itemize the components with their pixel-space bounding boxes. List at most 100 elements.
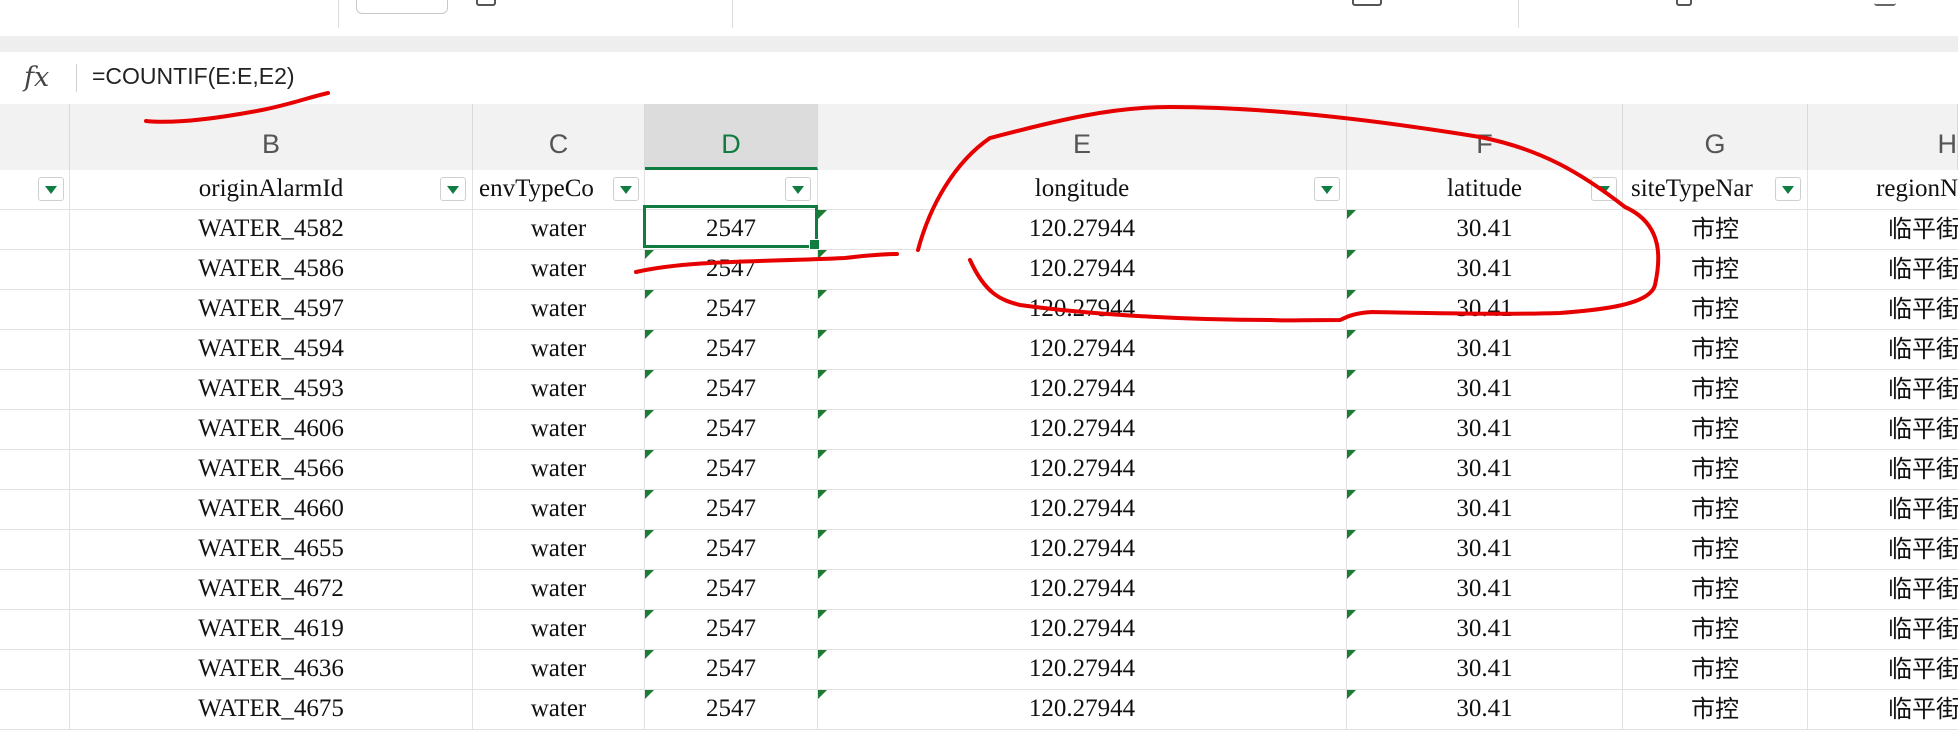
table-cell[interactable] (0, 450, 70, 489)
table-cell[interactable]: 30.41 (1347, 610, 1623, 649)
filter-dropdown-icon[interactable] (785, 177, 811, 201)
toolbar-icon[interactable] (1352, 0, 1382, 6)
table-cell[interactable]: water (473, 410, 645, 449)
table-cell[interactable]: 市控 (1623, 690, 1808, 729)
filter-dropdown-icon[interactable] (1314, 177, 1340, 201)
table-cell[interactable]: water (473, 290, 645, 329)
table-cell[interactable]: 30.41 (1347, 290, 1623, 329)
table-cell[interactable]: 30.41 (1347, 410, 1623, 449)
table-cell[interactable]: 临平街 (1808, 450, 1958, 489)
table-cell[interactable]: water (473, 650, 645, 689)
table-cell[interactable]: WATER_4597 (70, 290, 473, 329)
table-cell[interactable]: 30.41 (1347, 210, 1623, 249)
table-cell[interactable]: 市控 (1623, 650, 1808, 689)
table-cell[interactable] (0, 330, 70, 369)
table-cell[interactable]: 120.27944 (818, 530, 1347, 569)
table-cell[interactable]: WATER_4636 (70, 650, 473, 689)
table-cell[interactable]: 2547 (645, 210, 818, 249)
table-cell[interactable]: 120.27944 (818, 650, 1347, 689)
table-cell[interactable]: 市控 (1623, 410, 1808, 449)
table-cell[interactable]: 2547 (645, 490, 818, 529)
function-icon[interactable]: fx (24, 62, 49, 93)
table-cell[interactable]: 120.27944 (818, 210, 1347, 249)
formula-input[interactable] (92, 61, 1792, 91)
table-header-cell[interactable] (645, 170, 818, 209)
table-cell[interactable]: WATER_4582 (70, 210, 473, 249)
table-cell[interactable]: 2547 (645, 650, 818, 689)
table-cell[interactable]: WATER_4672 (70, 570, 473, 609)
table-cell[interactable]: WATER_4593 (70, 370, 473, 409)
table-cell[interactable]: 市控 (1623, 530, 1808, 569)
table-cell[interactable]: 2547 (645, 330, 818, 369)
table-cell[interactable]: WATER_4655 (70, 530, 473, 569)
table-header-cell[interactable]: envTypeCo (473, 170, 645, 209)
table-cell[interactable]: water (473, 250, 645, 289)
column-header-e[interactable]: E (818, 104, 1347, 170)
table-cell[interactable] (0, 250, 70, 289)
table-cell[interactable]: 30.41 (1347, 650, 1623, 689)
table-cell[interactable]: 30.41 (1347, 570, 1623, 609)
table-cell[interactable]: water (473, 370, 645, 409)
table-cell[interactable]: 2547 (645, 250, 818, 289)
table-cell[interactable]: 临平街 (1808, 490, 1958, 529)
table-cell[interactable]: 120.27944 (818, 490, 1347, 529)
table-cell[interactable]: 临平街 (1808, 610, 1958, 649)
toolbar-icon[interactable] (1676, 0, 1692, 6)
table-cell[interactable]: 临平街 (1808, 210, 1958, 249)
toolbar-icon[interactable] (476, 0, 496, 6)
table-cell[interactable]: 临平街 (1808, 370, 1958, 409)
table-cell[interactable]: 市控 (1623, 450, 1808, 489)
toolbar-dropdown[interactable] (356, 0, 448, 14)
table-cell[interactable]: water (473, 570, 645, 609)
table-cell[interactable]: 2547 (645, 690, 818, 729)
table-cell[interactable]: 2547 (645, 530, 818, 569)
table-cell[interactable]: 2547 (645, 570, 818, 609)
table-cell[interactable]: WATER_4675 (70, 690, 473, 729)
table-cell[interactable]: water (473, 690, 645, 729)
table-cell[interactable] (0, 650, 70, 689)
column-header-h[interactable]: H (1808, 104, 1958, 170)
table-cell[interactable]: 市控 (1623, 210, 1808, 249)
table-cell[interactable] (0, 570, 70, 609)
column-header-g[interactable]: G (1623, 104, 1808, 170)
table-cell[interactable]: 临平街 (1808, 410, 1958, 449)
table-cell[interactable] (0, 290, 70, 329)
table-cell[interactable]: 市控 (1623, 490, 1808, 529)
table-cell[interactable]: 2547 (645, 370, 818, 409)
filter-dropdown-icon[interactable] (613, 177, 639, 201)
table-cell[interactable]: 市控 (1623, 290, 1808, 329)
table-cell[interactable]: WATER_4594 (70, 330, 473, 369)
table-cell[interactable]: 临平街 (1808, 330, 1958, 369)
table-cell[interactable]: WATER_4619 (70, 610, 473, 649)
table-cell[interactable]: 30.41 (1347, 330, 1623, 369)
table-cell[interactable]: 市控 (1623, 610, 1808, 649)
column-header-f[interactable]: F (1347, 104, 1623, 170)
table-cell[interactable]: water (473, 210, 645, 249)
table-cell[interactable]: water (473, 330, 645, 369)
table-header-cell[interactable]: originAlarmId (70, 170, 473, 209)
table-cell[interactable] (0, 170, 70, 209)
table-cell[interactable]: WATER_4660 (70, 490, 473, 529)
table-cell[interactable]: 120.27944 (818, 450, 1347, 489)
table-cell[interactable]: 30.41 (1347, 450, 1623, 489)
table-cell[interactable] (0, 210, 70, 249)
table-cell[interactable] (0, 610, 70, 649)
table-cell[interactable]: 市控 (1623, 370, 1808, 409)
table-cell[interactable]: water (473, 530, 645, 569)
toolbar-icon[interactable] (1874, 0, 1896, 6)
table-cell[interactable]: 120.27944 (818, 370, 1347, 409)
table-cell[interactable]: 120.27944 (818, 290, 1347, 329)
table-cell[interactable]: WATER_4606 (70, 410, 473, 449)
table-cell[interactable]: 120.27944 (818, 690, 1347, 729)
table-cell[interactable]: 120.27944 (818, 570, 1347, 609)
filter-dropdown-icon[interactable] (1775, 177, 1801, 201)
table-cell[interactable]: 2547 (645, 610, 818, 649)
table-cell[interactable]: 120.27944 (818, 410, 1347, 449)
table-header-cell[interactable]: regionN (1808, 170, 1958, 209)
column-header-d[interactable]: D (645, 104, 818, 170)
table-cell[interactable] (0, 410, 70, 449)
table-cell[interactable]: 临平街 (1808, 690, 1958, 729)
table-cell[interactable]: water (473, 610, 645, 649)
table-cell[interactable]: 临平街 (1808, 250, 1958, 289)
table-cell[interactable]: WATER_4586 (70, 250, 473, 289)
